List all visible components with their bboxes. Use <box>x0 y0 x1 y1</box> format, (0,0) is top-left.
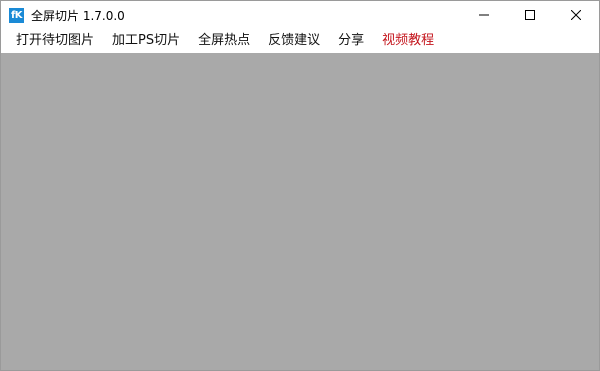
minimize-button[interactable] <box>461 1 507 29</box>
menu-open-image[interactable]: 打开待切图片 <box>7 29 103 53</box>
menu-bar: 打开待切图片 加工PS切片 全屏热点 反馈建议 分享 视频教程 <box>1 29 599 53</box>
canvas-area[interactable] <box>1 53 599 370</box>
app-window: fK 全屏切片 1.7.0.0 打开待切图片 加工PS切片 全屏热点 反馈建议 … <box>0 0 600 371</box>
close-button[interactable] <box>553 1 599 29</box>
title-bar[interactable]: fK 全屏切片 1.7.0.0 <box>1 1 599 29</box>
caption-buttons <box>461 1 599 29</box>
menu-video-tutorial[interactable]: 视频教程 <box>373 29 443 53</box>
menu-share[interactable]: 分享 <box>329 29 373 53</box>
window-title: 全屏切片 1.7.0.0 <box>31 8 125 23</box>
maximize-button[interactable] <box>507 1 553 29</box>
app-icon: fK <box>9 7 24 23</box>
minimize-icon <box>479 14 489 16</box>
menu-feedback[interactable]: 反馈建议 <box>259 29 329 53</box>
maximize-icon <box>525 10 535 20</box>
menu-process-ps-slices[interactable]: 加工PS切片 <box>103 29 189 53</box>
close-icon <box>571 10 581 20</box>
menu-fullscreen-hotspot[interactable]: 全屏热点 <box>189 29 259 53</box>
